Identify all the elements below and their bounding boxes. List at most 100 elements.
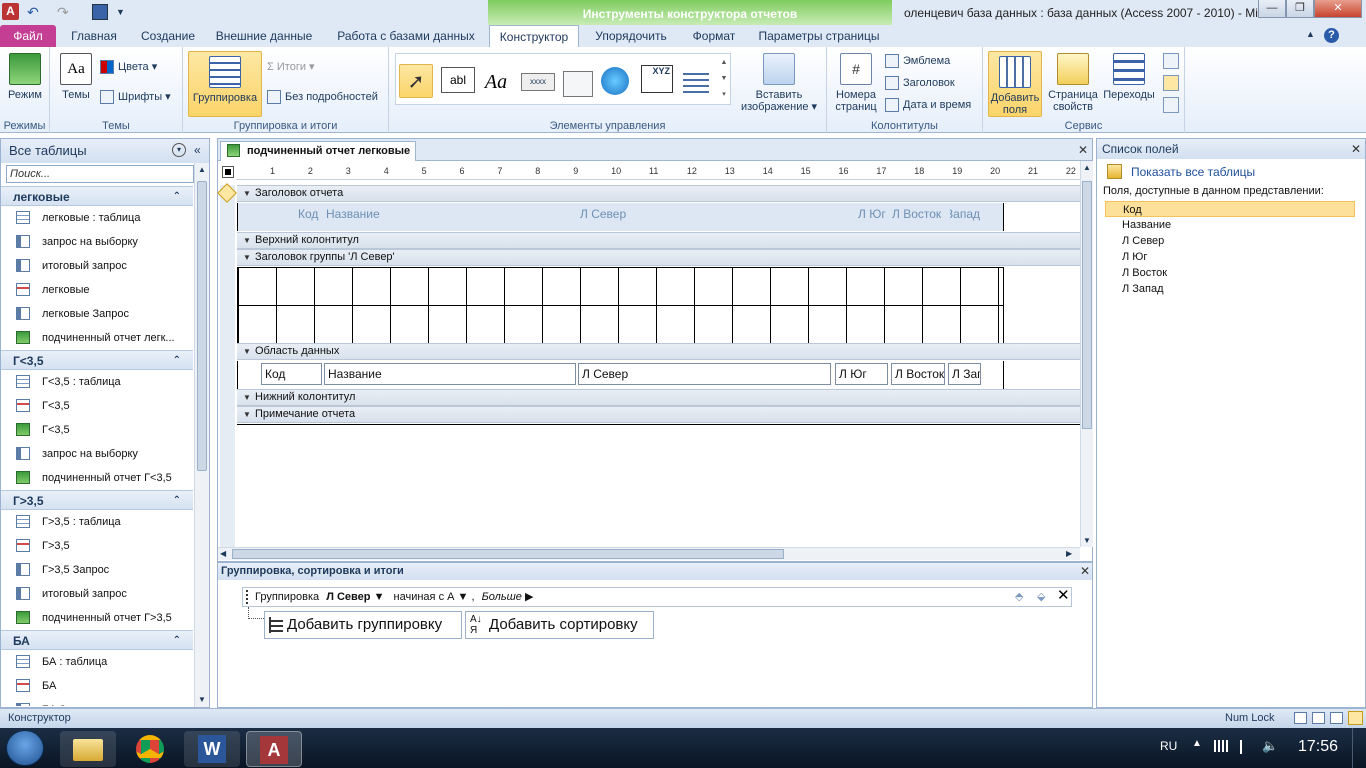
grouping-button[interactable]: Группировка <box>188 51 262 117</box>
nav-item[interactable]: Г<3,5 : таблица <box>1 370 193 394</box>
detail-field-kod[interactable]: Код <box>261 363 322 385</box>
group-header-bar[interactable]: Заголовок группы 'Л Север' <box>237 249 1080 266</box>
nav-item[interactable]: легковые <box>1 278 193 302</box>
nav-group-header[interactable]: Г>3,5 ⌃ <box>1 490 193 510</box>
nav-item[interactable]: Г<3,5 <box>1 394 193 418</box>
start-button[interactable] <box>6 730 44 766</box>
doc-hscroll-thumb[interactable] <box>232 549 784 559</box>
show-all-tables-link[interactable]: Показать все таблицы <box>1105 163 1255 181</box>
more-options-link[interactable]: Больше <box>482 591 522 603</box>
tray-clock[interactable]: 17:56 <box>1298 738 1338 756</box>
doc-scroll-down-icon[interactable]: ▼ <box>1081 534 1093 547</box>
nav-scroll-thumb[interactable] <box>197 181 207 471</box>
report-view-icon[interactable] <box>1294 712 1307 724</box>
option-group-tool-icon[interactable] <box>683 69 709 95</box>
flag-icon[interactable] <box>1240 740 1252 754</box>
logo-button[interactable]: Эмблема <box>885 51 950 71</box>
nav-item[interactable]: подчиненный отчет легк... <box>1 326 193 350</box>
label-tool-icon[interactable]: Aa <box>479 67 513 101</box>
nav-scroll-up-icon[interactable]: ▲ <box>195 163 209 177</box>
chevron-up-icon[interactable]: ⌃ <box>173 491 181 511</box>
tray-language[interactable]: RU <box>1160 739 1177 753</box>
report-selector[interactable] <box>222 166 234 178</box>
fonts-button[interactable]: Шрифты ▾ <box>100 87 171 107</box>
doc-vscrollbar[interactable]: ▲ ▼ <box>1080 161 1093 547</box>
chevron-down-icon[interactable]: ▼ <box>458 591 469 603</box>
close-doc-icon[interactable]: ✕ <box>1076 143 1090 157</box>
customize-qat-icon[interactable]: ▼ <box>116 4 132 20</box>
subform-icon[interactable] <box>1163 53 1179 69</box>
convert-macros-icon[interactable] <box>1163 97 1179 113</box>
tab-external-data[interactable]: Внешние данные <box>210 25 318 47</box>
group-field-select[interactable]: Л Север <box>326 591 370 603</box>
report-footer-bar[interactable]: Примечание отчета <box>237 406 1080 423</box>
nav-item[interactable]: Г>3,5 Запрос <box>1 558 193 582</box>
drag-handle-icon[interactable] <box>246 590 249 604</box>
tab-file[interactable]: Файл <box>0 25 56 47</box>
field-item-name[interactable]: Название <box>1105 217 1355 233</box>
nav-item[interactable]: БА : таблица <box>1 650 193 674</box>
nav-item[interactable]: БА <box>1 674 193 698</box>
nav-item[interactable]: Г>3,5 <box>1 534 193 558</box>
nav-item[interactable]: подчиненный отчет Г<3,5 <box>1 466 193 490</box>
field-item-west[interactable]: Л Запад <box>1105 281 1355 297</box>
explorer-taskbar-icon[interactable] <box>60 731 116 767</box>
nav-group-header[interactable]: БА ⌃ <box>1 630 193 650</box>
save-icon[interactable] <box>92 4 108 20</box>
help-icon[interactable]: ? <box>1324 28 1339 43</box>
page-numbers-button[interactable]: # Номера страниц <box>831 53 881 113</box>
add-sort-button[interactable]: A↓ Я Добавить сортировку <box>465 611 654 639</box>
title-button[interactable]: Заголовок <box>885 73 955 93</box>
doc-hscrollbar[interactable]: ◀ ▶ <box>218 547 1080 560</box>
network-icon[interactable] <box>1214 740 1228 752</box>
nav-menu-icon[interactable]: ▾ <box>172 143 186 157</box>
close-group-sort-icon[interactable]: ✕ <box>1078 564 1092 578</box>
header-label-east[interactable]: Л Восток <box>892 203 946 225</box>
nav-item[interactable]: запрос на выборку <box>1 442 193 466</box>
nav-item[interactable]: Г<3,5 <box>1 418 193 442</box>
nav-group-header[interactable]: легковые ⌃ <box>1 186 193 206</box>
select-pointer-icon[interactable]: ➚ <box>399 64 433 98</box>
header-label-south[interactable]: Л Юг <box>858 203 890 225</box>
page-footer-bar[interactable]: Нижний колонтитул <box>237 389 1080 406</box>
redo-icon[interactable]: ↷ <box>57 4 73 20</box>
minimize-button[interactable]: — <box>1258 0 1286 18</box>
undo-icon[interactable]: ↶ <box>27 4 43 20</box>
nav-collapse-icon[interactable]: « <box>194 143 201 157</box>
nav-search-input[interactable]: Поиск... <box>6 165 194 183</box>
header-label-kod[interactable]: Код <box>298 203 322 225</box>
detail-field-name[interactable]: Название <box>324 363 576 385</box>
nav-scroll-down-icon[interactable]: ▼ <box>195 693 209 707</box>
view-code-icon[interactable] <box>1163 75 1179 91</box>
page-header-bar[interactable]: Верхний колонтитул <box>237 232 1080 249</box>
property-sheet-button[interactable]: Страница свойств <box>1045 53 1101 113</box>
header-label-north[interactable]: Л Север <box>580 203 660 225</box>
tab-create[interactable]: Создание <box>132 25 204 47</box>
tab-order-button[interactable]: Переходы <box>1103 53 1155 101</box>
add-group-button[interactable]: Добавить группировку <box>264 611 462 639</box>
move-down-icon[interactable]: ⬙ <box>1037 588 1045 606</box>
nav-item[interactable]: легковые : таблица <box>1 206 193 230</box>
layout-view-icon[interactable] <box>1330 712 1343 724</box>
field-item-east[interactable]: Л Восток <box>1105 265 1355 281</box>
date-time-button[interactable]: Дата и время <box>885 95 971 115</box>
tray-arrow-icon[interactable]: ▲ <box>1192 738 1202 749</box>
field-item-kod[interactable]: Код <box>1105 201 1355 217</box>
tab-database-tools[interactable]: Работа с базами данных <box>330 25 482 47</box>
doc-scroll-left-icon[interactable]: ◀ <box>220 548 226 560</box>
group-level-row[interactable]: Группировка Л Север ▼ начиная с А ▼ , Бо… <box>242 587 1072 607</box>
add-fields-button[interactable]: Добавить поля <box>988 51 1042 117</box>
nav-item[interactable]: итоговый запрос <box>1 582 193 606</box>
doc-scroll-right-icon[interactable]: ▶ <box>1066 548 1072 560</box>
nav-scrollbar[interactable]: ▲ ▼ <box>194 163 209 707</box>
detail-bar[interactable]: Область данных <box>237 343 1080 360</box>
chevron-down-icon[interactable]: ▼ <box>374 591 385 603</box>
volume-icon[interactable]: 🔈 <box>1262 738 1278 754</box>
nav-control-tool-icon[interactable]: XYZ <box>641 65 673 93</box>
hyperlink-tool-icon[interactable] <box>601 67 629 95</box>
close-window-button[interactable]: ✕ <box>1314 0 1362 18</box>
hide-details-button[interactable]: Без подробностей <box>267 87 378 107</box>
detail-field-south[interactable]: Л Юг <box>835 363 888 385</box>
minimize-ribbon-icon[interactable]: ▲ <box>1306 29 1315 39</box>
chevron-up-icon[interactable]: ⌃ <box>173 351 181 371</box>
